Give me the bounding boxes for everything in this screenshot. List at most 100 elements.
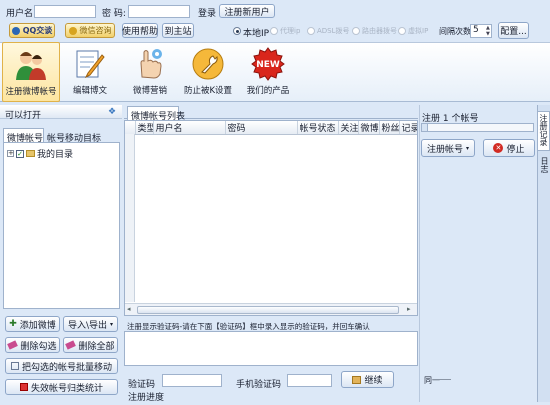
account-table-grid: 类型 用户名 密码 帐号状态 关注 微博 粉丝 记录 (125, 121, 417, 135)
column-header[interactable]: 微博 (358, 121, 380, 135)
tab-log[interactable]: 日志 (538, 155, 550, 179)
dropdown-arrow-icon: ▾ (110, 320, 114, 328)
toolbar-edit-post-label: 编辑博文 (72, 86, 107, 96)
horizontal-scrollbar[interactable]: ◂ ▸ (125, 303, 417, 315)
tab-register-record[interactable]: 注册记录 (538, 111, 550, 151)
consult-label: 微信咨询 (79, 26, 112, 35)
interval-value: 5 (473, 25, 479, 35)
interval-spinner-icon[interactable]: ▲ ▼ (486, 25, 490, 37)
user-icon (16, 52, 46, 80)
captcha-label: 验证码 (128, 380, 156, 390)
invalid-account-stats-button[interactable]: 失效帐号归类统计 (5, 379, 118, 395)
new-badge-icon: NEW (251, 47, 285, 81)
radio-adsl-label: ADSL拨号 (317, 27, 350, 35)
delete-checked-button[interactable]: 删除勾选 (5, 337, 60, 353)
radio-local-ip-label: 本地IP (243, 29, 270, 39)
import-export-label: 导入\导出 (67, 320, 108, 331)
help-label: 使用帮助 (122, 27, 159, 37)
scroll-right-icon[interactable]: ▸ (407, 305, 411, 313)
same-label: 同一 (424, 376, 440, 385)
delete-all-label: 删除全部 (78, 341, 115, 352)
scrollbar-thumb[interactable] (137, 306, 399, 314)
interval-label: 间隔次数 (439, 27, 471, 36)
column-header[interactable]: 密码 (225, 121, 298, 135)
stop-label: 停止 (506, 144, 525, 155)
tab-weibo-account-list[interactable]: 微博帐号列表 (127, 106, 185, 122)
pin-icon[interactable]: ❖ (108, 107, 116, 117)
radio-proxy-ip-label: 代理ip (280, 27, 301, 35)
register-new-user-button[interactable]: 注册新用户 (219, 4, 275, 18)
scroll-left-icon[interactable]: ◂ (127, 305, 131, 313)
qq-chat-button[interactable]: QQ交谈 (9, 23, 55, 38)
toolbar-anti-ban-settings-label: 防止被K设置 (183, 86, 233, 96)
batch-move-label: 把勾选的帐号批量移动 (21, 362, 112, 373)
eraser-icon (7, 340, 19, 350)
invalid-account-stats-label: 失效帐号归类统计 (30, 383, 103, 394)
continue-label: 继续 (364, 376, 383, 386)
password-input[interactable] (128, 5, 190, 18)
radio-adsl[interactable] (307, 27, 315, 35)
batch-move-button[interactable]: 把勾选的帐号批量移动 (5, 358, 118, 374)
move-icon (10, 362, 19, 370)
delete-checked-label: 删除勾选 (20, 341, 57, 352)
captcha-image-area (124, 331, 418, 366)
hand-icon (140, 49, 162, 79)
phone-captcha-input[interactable] (287, 374, 332, 387)
tab-register-record-label: 注册记录 (539, 114, 548, 146)
consult-button[interactable]: 微信咨询 (65, 23, 115, 38)
config-label: 配置... (500, 27, 527, 37)
captcha-input[interactable] (162, 374, 222, 387)
column-header[interactable]: 粉丝 (379, 121, 400, 135)
main-site-button[interactable]: 到主站 (162, 23, 194, 38)
eraser-icon (65, 340, 77, 350)
delete-all-button[interactable]: 删除全部 (63, 337, 118, 353)
chat-icon (68, 26, 77, 35)
config-button[interactable]: 配置... (498, 22, 529, 39)
radio-local-ip[interactable] (233, 27, 241, 35)
right-divider (433, 379, 451, 380)
column-header[interactable]: 类型 (135, 121, 154, 135)
account-table: 类型 用户名 密码 帐号状态 关注 微博 粉丝 记录 ◂ ▸ (124, 120, 418, 316)
add-weibo-button[interactable]: ✚ 添加微博 (5, 316, 60, 332)
toolbar-register-weibo[interactable]: 注册微博帐号 (2, 42, 60, 102)
radio-proxy-ip[interactable] (270, 27, 278, 35)
qq-icon (11, 26, 20, 35)
column-header[interactable]: 关注 (338, 121, 359, 135)
radio-virtual-ip-label: 虚拟IP (408, 27, 429, 35)
continue-button[interactable]: 继续 (341, 371, 394, 388)
wrench-icon (192, 48, 224, 80)
expand-icon[interactable]: + (7, 150, 14, 157)
column-header[interactable]: 记录 (399, 121, 417, 135)
toolbar-anti-ban-settings[interactable]: 防止被K设置 (180, 42, 236, 104)
dropdown-arrow-icon: ▾ (466, 144, 470, 152)
add-icon: ✚ (9, 319, 17, 329)
tab-weibo-account[interactable]: 微博帐号 (3, 128, 44, 144)
register-new-user-label: 注册新用户 (224, 7, 270, 18)
progress-label: 注册进度 (128, 393, 165, 403)
login-link[interactable]: 登录 (198, 6, 216, 19)
register-progress-bar (421, 123, 534, 132)
register-account-button[interactable]: 注册帐号 ▾ (421, 139, 475, 157)
tab-log-label: 日志 (540, 157, 549, 173)
username-input[interactable] (34, 5, 96, 18)
column-header[interactable]: 帐号状态 (297, 121, 339, 135)
tree-item-my-directory[interactable]: + ✓ 我的目录 (7, 147, 73, 160)
add-weibo-label: 添加微博 (19, 320, 56, 331)
password-label: 密 码: (102, 9, 126, 19)
toolbar-edit-post[interactable]: 编辑博文 (62, 42, 118, 104)
radio-router[interactable] (352, 27, 360, 35)
phone-captcha-label: 手机验证码 (236, 380, 282, 390)
toolbar-register-weibo-label: 注册微博帐号 (5, 87, 57, 97)
help-button[interactable]: 使用帮助 (122, 23, 158, 38)
radio-virtual-ip[interactable] (398, 27, 406, 35)
row-selector-header (125, 121, 136, 135)
table-header-row: 类型 用户名 密码 帐号状态 关注 微博 粉丝 记录 (125, 121, 417, 135)
import-export-button[interactable]: 导入\导出 ▾ (63, 316, 118, 332)
checkbox[interactable]: ✓ (16, 149, 24, 158)
toolbar-weibo-marketing[interactable]: 微博营销 (122, 42, 178, 104)
continue-icon (352, 375, 362, 384)
toolbar-our-products[interactable]: NEW 我们的产品 (240, 42, 296, 104)
column-header[interactable]: 用户名 (153, 121, 226, 135)
edit-icon (76, 50, 105, 79)
stop-button[interactable]: ✕ 停止 (483, 139, 535, 157)
